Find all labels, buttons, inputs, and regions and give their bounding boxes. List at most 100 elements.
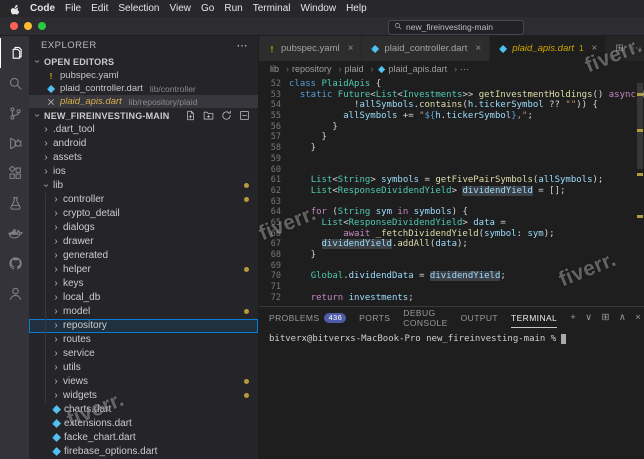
menu-item-terminal[interactable]: Terminal — [253, 3, 291, 14]
folder-dart-tool[interactable]: › .dart_tool — [29, 123, 258, 137]
new-file-icon[interactable] — [185, 110, 196, 121]
close-panel-icon[interactable]: × — [635, 312, 641, 323]
breadcrumb-item-plaid-apis-dart[interactable]: plaid_apis.dart — [377, 64, 458, 74]
code-line[interactable]: 53 static Future<List<Investments>> getI… — [259, 90, 644, 101]
panel-tab-terminal[interactable]: TERMINAL — [511, 307, 557, 328]
code-line[interactable]: 66 await _fetchDividendYield(symbol: sym… — [259, 229, 644, 240]
breadcrumb-item-plaid[interactable]: plaid — [345, 64, 374, 74]
source-control-icon[interactable] — [0, 98, 29, 128]
menu-item-edit[interactable]: Edit — [91, 3, 108, 14]
command-center-search[interactable]: new_fireinvesting-main — [388, 19, 524, 35]
code-line[interactable]: 59 — [259, 154, 644, 165]
minimize-window-button[interactable] — [24, 22, 32, 30]
panel-tab-problems[interactable]: PROBLEMS 436 — [269, 307, 347, 328]
menu-item-go[interactable]: Go — [201, 3, 214, 14]
folder-crypto-detail[interactable]: › crypto_detail — [29, 206, 258, 221]
folder-service[interactable]: › service — [29, 346, 258, 361]
menu-item-run[interactable]: Run — [224, 3, 242, 14]
breadcrumb-item-repository[interactable]: repository — [292, 64, 342, 74]
code-line[interactable]: 57 } — [259, 132, 644, 143]
project-root-header[interactable]: › NEW_FIREINVESTING-MAIN — [29, 108, 258, 123]
split-terminal-icon[interactable]: ⊞ — [602, 312, 610, 323]
menu-item-file[interactable]: File — [65, 3, 81, 14]
open-editor-item-plaid-controller-dart[interactable]: plaid_controller.dart lib/controller — [29, 82, 258, 95]
folder-views[interactable]: › views — [29, 374, 258, 389]
panel-tab-ports[interactable]: PORTS — [359, 307, 390, 328]
close-tab-icon[interactable]: × — [348, 43, 354, 54]
panel-tab-debug-console[interactable]: DEBUG CONSOLE — [403, 307, 447, 328]
menu-item-help[interactable]: Help — [346, 3, 367, 14]
code-line[interactable]: 68 } — [259, 250, 644, 261]
explorer-more-actions-icon[interactable]: ⋯ — [237, 40, 249, 52]
new-folder-icon[interactable] — [203, 110, 214, 121]
code-line[interactable]: 56 } — [259, 122, 644, 133]
more-editor-actions-icon[interactable]: ⋯ — [632, 43, 642, 54]
menu-item-view[interactable]: View — [170, 3, 192, 14]
folder-model[interactable]: › model — [29, 304, 258, 319]
code-editor[interactable]: 52 class PlaidApis {53 static Future<List… — [259, 77, 644, 306]
close-window-button[interactable] — [10, 22, 18, 30]
folder-utils[interactable]: › utils — [29, 360, 258, 375]
split-editor-icon[interactable]: ⊞ — [615, 43, 623, 54]
editor-tab-plaid-controller-dart[interactable]: plaid_controller.dart × — [362, 36, 491, 61]
code-line[interactable]: 72 return investments; — [259, 293, 644, 304]
folder-keys[interactable]: › keys — [29, 276, 258, 291]
close-tab-icon[interactable]: × — [475, 43, 481, 54]
code-line[interactable]: 71 — [259, 282, 644, 293]
folder-routes[interactable]: › routes — [29, 332, 258, 347]
code-line[interactable]: 62 List<ResponseDividendYield> dividendY… — [259, 185, 644, 197]
terminal-dropdown-icon[interactable]: ∨ — [585, 312, 592, 323]
code-line[interactable]: 52 class PlaidApis { — [259, 79, 644, 90]
file-facke-chart-dart[interactable]: facke_chart.dart — [29, 431, 258, 445]
folder-assets[interactable]: › assets — [29, 151, 258, 165]
editor-scrollbar[interactable] — [635, 77, 644, 306]
file-extensions-dart[interactable]: extensions.dart — [29, 417, 258, 431]
extensions-icon[interactable] — [0, 158, 29, 188]
folder-helper[interactable]: › helper — [29, 262, 258, 277]
code-line[interactable]: 61 List<String> symbols = getFivePairSym… — [259, 175, 644, 186]
editor-tab-pubspec-yaml[interactable]: ! pubspec.yaml × — [259, 36, 363, 61]
folder-lib[interactable]: › lib — [29, 179, 258, 193]
folder-widgets[interactable]: › widgets — [29, 388, 258, 403]
open-editor-item-plaid-apis-dart[interactable]: plaid_apis.dart lib/repository/plaid — [29, 95, 258, 109]
open-editors-header[interactable]: › OPEN EDITORS — [29, 55, 258, 70]
explorer-icon[interactable] — [0, 38, 29, 68]
folder-drawer[interactable]: › drawer — [29, 234, 258, 249]
code-line[interactable]: 63 — [259, 197, 644, 208]
run-and-debug-icon[interactable] — [0, 128, 29, 158]
editor-tab-plaid-apis-dart[interactable]: plaid_apis.dart 1 × — [490, 36, 607, 61]
file-firebase-options-dart[interactable]: firebase_options.dart — [29, 445, 258, 459]
close-icon[interactable] — [46, 97, 56, 107]
scrollbar-thumb[interactable] — [637, 83, 643, 169]
menu-item-window[interactable]: Window — [301, 3, 337, 14]
account-icon[interactable] — [0, 278, 29, 308]
code-line[interactable]: 67 dividendYield.addAll(data); — [259, 239, 644, 250]
code-line[interactable]: 54 !allSymbols.contains(h.tickerSymbol ?… — [259, 100, 644, 111]
collapse-folders-icon[interactable] — [239, 110, 250, 121]
folder-repository[interactable]: › repository — [29, 318, 258, 333]
apple-menu-icon[interactable] — [10, 3, 20, 15]
menu-item-code[interactable]: Code — [30, 3, 55, 14]
open-editor-item-pubspec-yaml[interactable]: ! pubspec.yaml — [29, 69, 258, 82]
menu-item-selection[interactable]: Selection — [118, 3, 159, 14]
folder-android[interactable]: › android — [29, 137, 258, 151]
testing-icon[interactable] — [0, 188, 29, 218]
code-line[interactable]: 58 } — [259, 143, 644, 154]
breadcrumb-item-lib[interactable]: lib — [270, 64, 289, 74]
folder-controller[interactable]: › controller — [29, 192, 258, 207]
code-line[interactable]: 65 List<ResponseDividendYield> data = — [259, 218, 644, 229]
folder-ios[interactable]: › ios — [29, 165, 258, 179]
docker-icon[interactable] — [0, 218, 29, 248]
close-tab-icon[interactable]: × — [591, 43, 597, 54]
terminal[interactable]: bitverx@bitverxs-MacBook-Pro new_fireinv… — [259, 328, 644, 459]
code-line[interactable]: 69 — [259, 261, 644, 272]
breadcrumb-item-[interactable]: ⋯ — [460, 64, 469, 75]
folder-generated[interactable]: › generated — [29, 248, 258, 263]
code-line[interactable]: 55 allSymbols += "${h.tickerSymbol},"; — [259, 111, 644, 122]
file-charts-dart[interactable]: charts.dart — [29, 403, 258, 417]
search-icon[interactable] — [0, 68, 29, 98]
code-line[interactable]: 64 for (String sym in symbols) { — [259, 207, 644, 218]
code-line[interactable]: 70 Global.dividendData = dividendYield; — [259, 271, 644, 282]
folder-dialogs[interactable]: › dialogs — [29, 220, 258, 235]
refresh-explorer-icon[interactable] — [221, 110, 232, 121]
